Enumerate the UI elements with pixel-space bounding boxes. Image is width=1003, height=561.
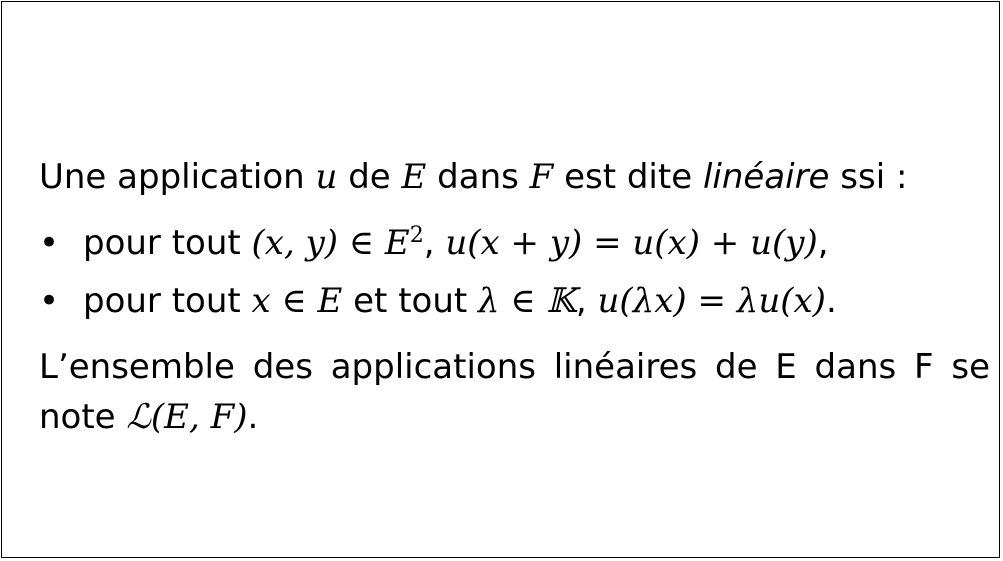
set-text: .: [247, 397, 259, 437]
math-u: u: [315, 157, 338, 197]
slide-frame: Une application u de E dans F est dite l…: [1, 1, 1000, 558]
item-text: pour tout: [83, 281, 252, 321]
set-definition-line2: note ℒ(E, F).: [39, 400, 258, 434]
item-text: et tout: [342, 281, 479, 321]
math-homogeneity-formula: u(λx) = λu(x): [597, 281, 826, 321]
intro-text: dans: [426, 157, 530, 197]
math-additivity-formula: u(x + y) = u(x) + u(y): [445, 223, 818, 263]
intro-text: de: [337, 157, 402, 197]
math-pair: (x, y) ∈ E: [251, 223, 410, 263]
item-text: .: [825, 281, 837, 321]
bullet-item-additivity: • pour tout (x, y) ∈ E2, u(x + y) = u(x) …: [39, 223, 829, 263]
item-text: ,: [575, 281, 598, 321]
math-x-in-E: x ∈ E: [251, 281, 343, 321]
math-exponent: 2: [409, 221, 424, 248]
set-definition-line1: L’ensemble des applications linéaires de…: [39, 347, 990, 387]
bullet-icon: •: [39, 281, 60, 321]
intro-text: ssi :: [829, 157, 908, 197]
math-lambda-in-K: λ ∈ 𝕂: [478, 281, 576, 321]
math-F: F: [529, 157, 554, 197]
math-args: (E, F): [150, 397, 248, 437]
definition-intro: Une application u de E dans F est dite l…: [39, 160, 907, 194]
intro-text: Une application: [39, 157, 316, 197]
set-text: note: [39, 397, 127, 437]
item-text: ,: [423, 223, 446, 263]
bullet-icon: •: [39, 223, 60, 263]
item-text: pour tout: [83, 223, 252, 263]
math-E: E: [401, 157, 427, 197]
item-text: ,: [817, 223, 829, 263]
emphasized-term: linéaire: [702, 157, 830, 197]
math-script-L: ℒ: [126, 397, 151, 437]
intro-text: est dite: [553, 157, 703, 197]
bullet-item-homogeneity: • pour tout x ∈ E et tout λ ∈ 𝕂, u(λx) = …: [39, 284, 837, 318]
